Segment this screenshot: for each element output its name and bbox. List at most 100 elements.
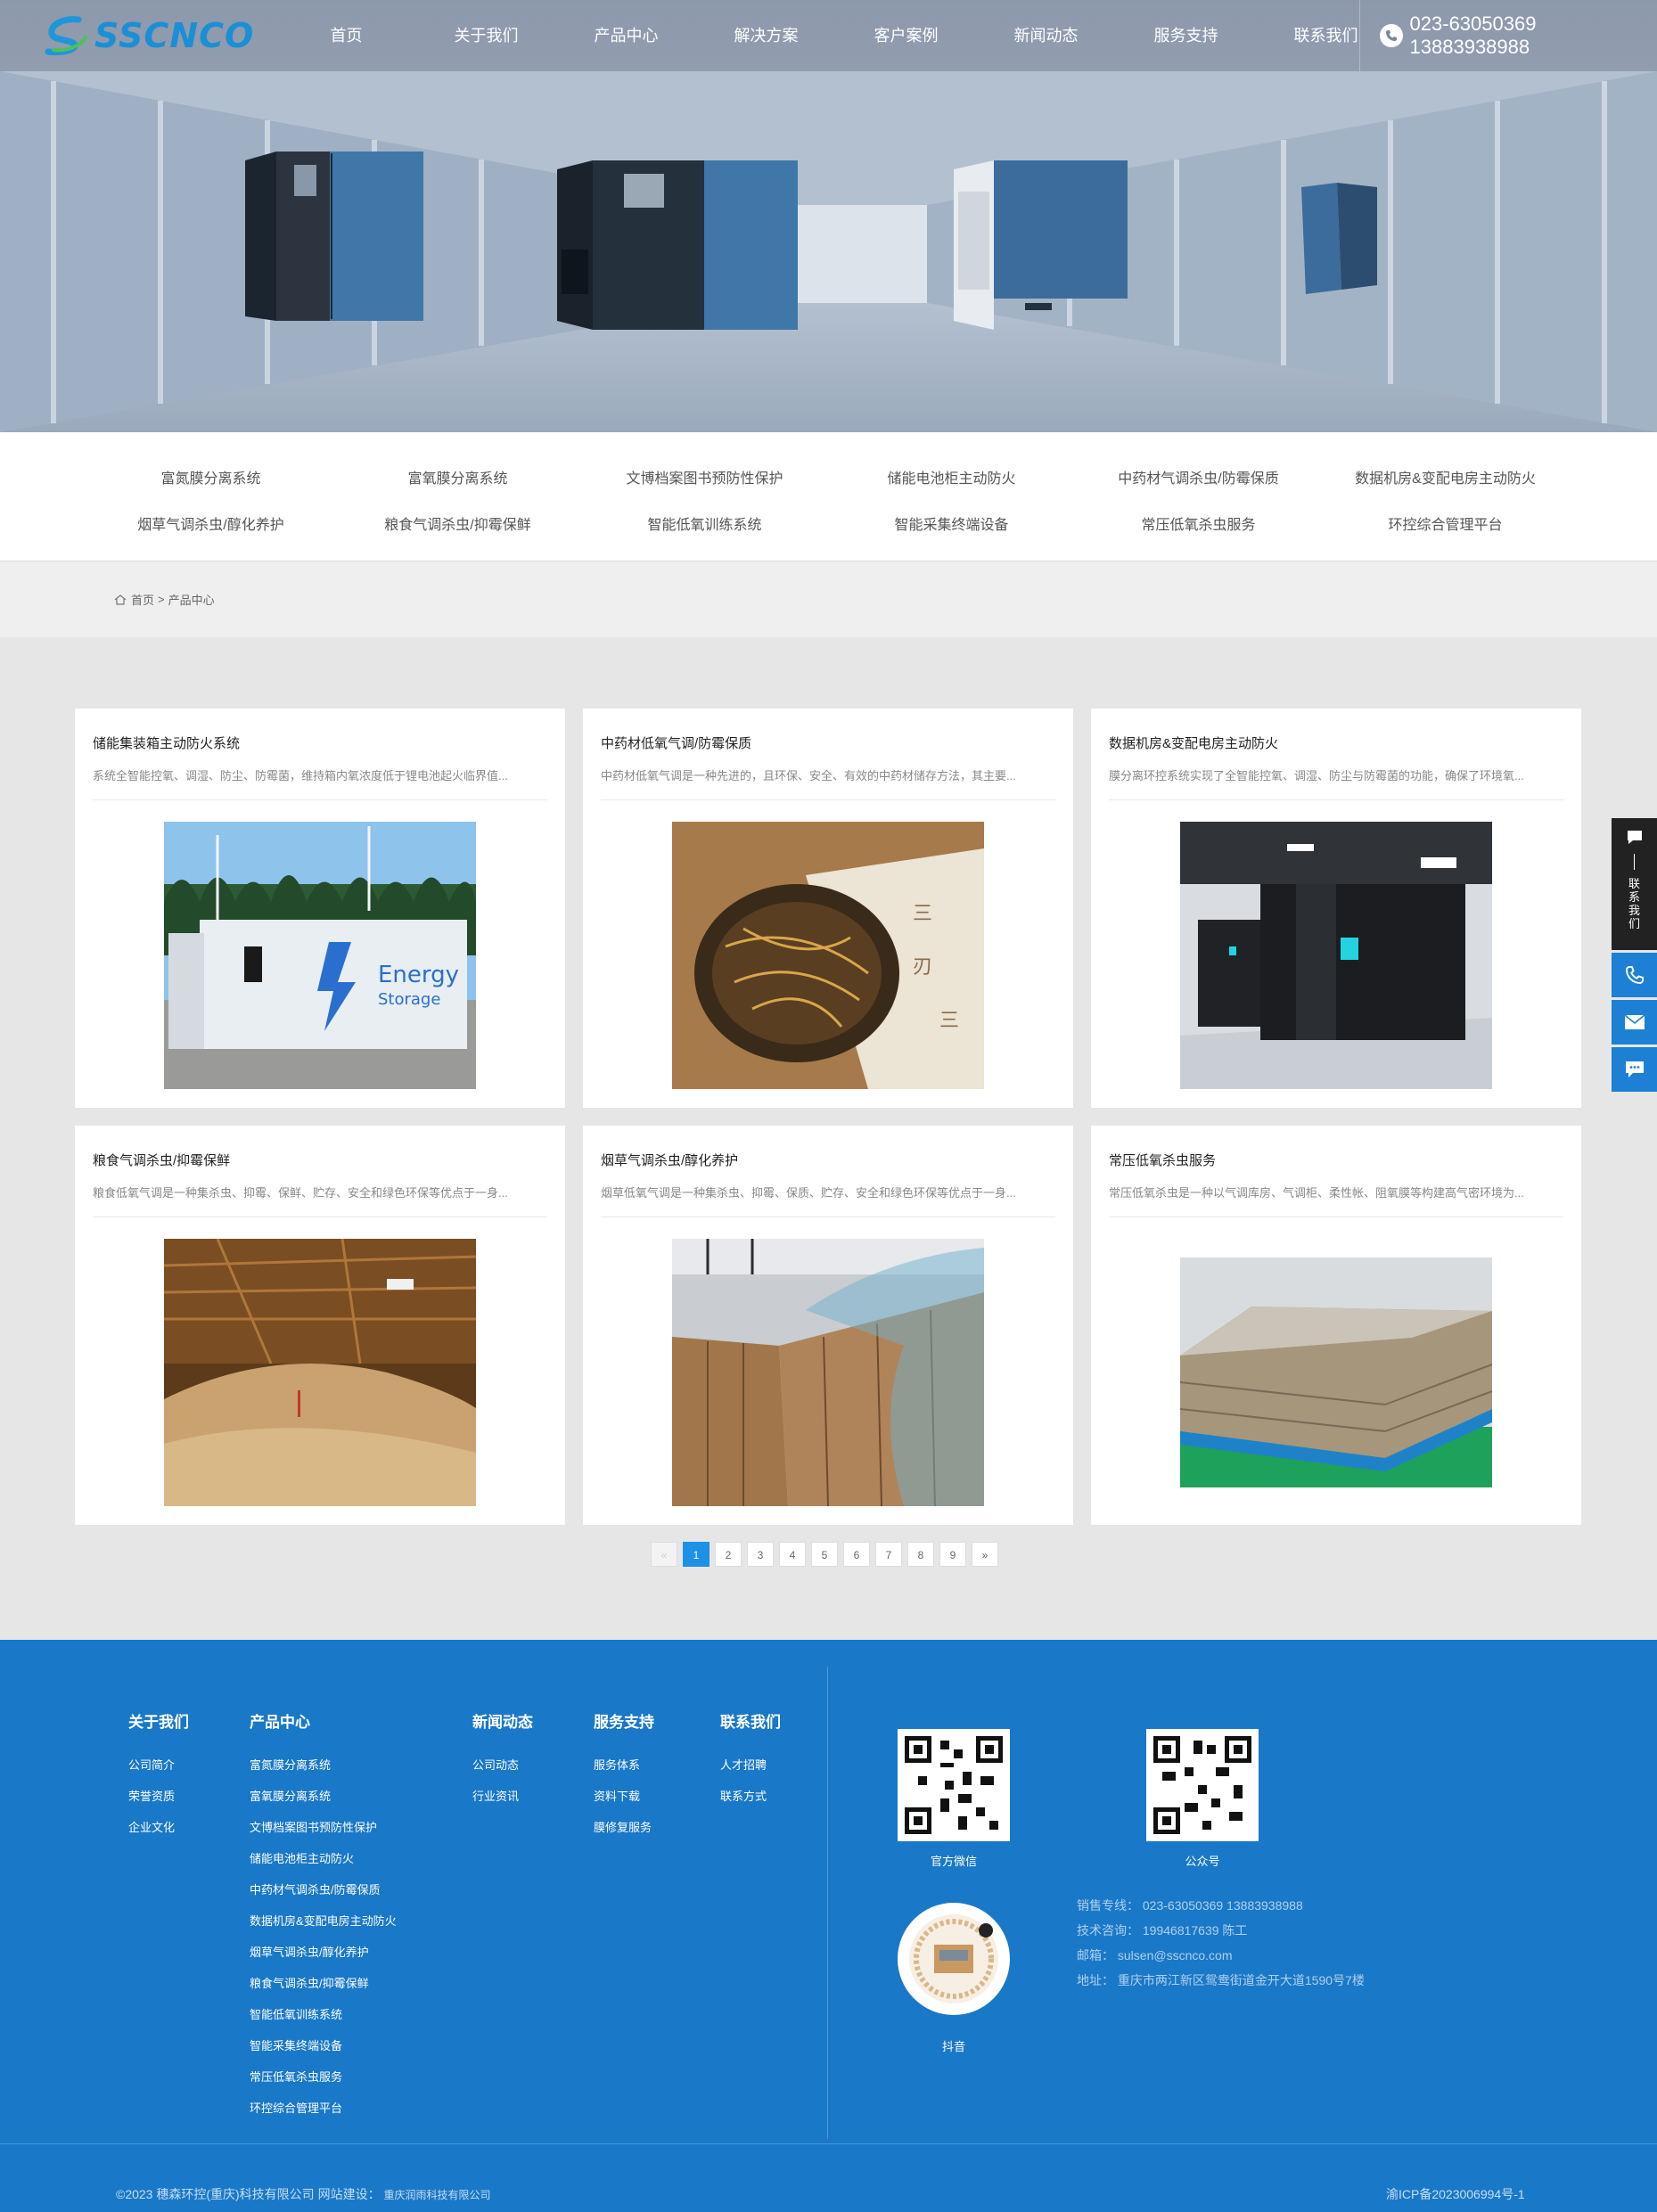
pager-page[interactable]: 7	[875, 1542, 902, 1567]
product-title[interactable]: 常压低氧杀虫服务	[1109, 1151, 1216, 1169]
icp-number[interactable]: 渝ICP备2023006994号-1	[1386, 2185, 1525, 2203]
product-title[interactable]: 中药材低氧气调/防霉保质	[601, 733, 751, 752]
product-desc: 系统全智能控氧、调湿、防尘、防霉菌，维持箱内氧浓度低于锂电池起火临界值...	[93, 769, 508, 782]
breadcrumb-home[interactable]: 首页	[131, 591, 154, 608]
footer-link[interactable]: 中药材气调杀虫/防霉保质	[250, 1880, 381, 1897]
footer-link[interactable]: 企业文化	[128, 1818, 175, 1835]
side-message-button[interactable]	[1612, 1047, 1657, 1092]
qr-code-douyin	[898, 1903, 1010, 2015]
category-item[interactable]: 粮食气调杀虫/抑霉保鲜	[334, 512, 581, 534]
product-card[interactable]: 常压低氧杀虫服务 常压低氧杀虫是一种以气调库房、气调柜、柔性帐、阻氧膜等构建高气…	[1091, 1126, 1581, 1525]
qr-code-official-account	[1146, 1729, 1259, 1841]
footer-col-title[interactable]: 联系我们	[720, 1709, 781, 1732]
header-phone[interactable]: 023-63050369 13883938988	[1380, 0, 1657, 71]
product-title[interactable]: 烟草气调杀虫/醇化养护	[601, 1151, 738, 1169]
builder-link[interactable]: 重庆润雨科技有限公司	[383, 2189, 490, 2201]
qr-caption: 官方微信	[930, 1855, 977, 1868]
footer-link[interactable]: 荣誉资质	[128, 1787, 175, 1804]
svg-text:三: 三	[939, 1010, 959, 1032]
product-image-datacenter[interactable]	[1180, 822, 1492, 1089]
footer-col-title[interactable]: 服务支持	[594, 1709, 654, 1732]
footer-link[interactable]: 公司动态	[472, 1756, 519, 1773]
side-phone-button[interactable]	[1612, 953, 1657, 997]
footer-link[interactable]: 膜修复服务	[594, 1818, 652, 1835]
product-image-warehouse[interactable]	[1180, 1258, 1492, 1487]
category-item[interactable]: 环控综合管理平台	[1322, 512, 1569, 534]
category-item[interactable]: 中药材气调杀虫/防霉保质	[1075, 466, 1322, 487]
footer-link[interactable]: 环控综合管理平台	[250, 2099, 342, 2116]
footer-link[interactable]: 常压低氧杀虫服务	[250, 2068, 342, 2085]
pager-next[interactable]: »	[972, 1542, 998, 1567]
phone-number: 023-63050369 13883938988	[1409, 12, 1537, 58]
logo[interactable]: SSCNCO	[45, 12, 258, 59]
side-divider	[1634, 854, 1635, 870]
product-image-tobacco[interactable]	[672, 1239, 984, 1506]
pager-page[interactable]: 4	[779, 1542, 806, 1567]
nav-about[interactable]: 关于我们	[416, 0, 556, 71]
product-card[interactable]: 数据机房&变配电房主动防火 膜分离环控系统实现了全智能控氧、调湿、防尘与防霉菌的…	[1091, 709, 1581, 1108]
pager-page[interactable]: 5	[811, 1542, 838, 1567]
product-title[interactable]: 数据机房&变配电房主动防火	[1109, 733, 1278, 752]
nav-solutions[interactable]: 解决方案	[696, 0, 836, 71]
nav-service[interactable]: 服务支持	[1116, 0, 1256, 71]
pager-page[interactable]: 6	[843, 1542, 870, 1567]
footer-link[interactable]: 公司简介	[128, 1756, 175, 1773]
product-card[interactable]: 中药材低氧气调/防霉保质 中药材低氧气调是一种先进的，且环保、安全、有效的中药材…	[583, 709, 1073, 1108]
svg-text:刃: 刃	[913, 956, 932, 979]
footer-link[interactable]: 联系方式	[720, 1787, 767, 1804]
pager-page[interactable]: 1	[683, 1542, 710, 1567]
footer-link[interactable]: 行业资讯	[472, 1787, 519, 1804]
breadcrumb-band: 首页 > 产品中心	[0, 561, 1657, 637]
product-desc: 烟草低氧气调是一种集杀虫、抑霉、保质、贮存、安全和绿色环保等优点于一身...	[601, 1186, 1016, 1200]
footer-link[interactable]: 智能采集终端设备	[250, 2036, 342, 2053]
footer-link[interactable]: 文博档案图书预防性保护	[250, 1818, 377, 1835]
category-item[interactable]: 智能采集终端设备	[828, 512, 1075, 534]
category-item[interactable]: 智能低氧训练系统	[581, 512, 828, 534]
category-item[interactable]: 富氧膜分离系统	[334, 466, 581, 487]
nav-news[interactable]: 新闻动态	[976, 0, 1116, 71]
category-item[interactable]: 储能电池柜主动防火	[828, 466, 1075, 487]
category-item[interactable]: 烟草气调杀虫/醇化养护	[87, 512, 334, 534]
nav-cases[interactable]: 客户案例	[836, 0, 976, 71]
nav-home[interactable]: 首页	[276, 0, 416, 71]
footer-link[interactable]: 富氧膜分离系统	[250, 1787, 331, 1804]
pager-prev[interactable]: «	[651, 1542, 677, 1567]
footer-link[interactable]: 烟草气调杀虫/醇化养护	[250, 1943, 369, 1960]
qr-icon	[1153, 1736, 1251, 1834]
category-item[interactable]: 文博档案图书预防性保护	[581, 466, 828, 487]
unit-4	[1301, 183, 1377, 294]
product-image-energy-storage[interactable]: Energy Storage	[164, 822, 476, 1089]
product-card[interactable]: 粮食气调杀虫/抑霉保鲜 粮食低氧气调是一种集杀虫、抑霉、保鲜、贮存、安全和绿色环…	[75, 1126, 565, 1525]
category-item[interactable]: 数据机房&变配电房主动防火	[1322, 466, 1569, 487]
footer-bottom-divider	[0, 2143, 1657, 2144]
pager-page[interactable]: 3	[747, 1542, 774, 1567]
footer-col-title[interactable]: 产品中心	[250, 1709, 310, 1732]
footer-col-title[interactable]: 新闻动态	[472, 1709, 533, 1732]
footer-link[interactable]: 人才招聘	[720, 1756, 767, 1773]
pager-page[interactable]: 9	[939, 1542, 966, 1567]
nav-products[interactable]: 产品中心	[556, 0, 696, 71]
footer-email[interactable]: 邮箱： sulsen@sscnco.com	[1077, 1946, 1232, 1964]
footer-link[interactable]: 数据机房&变配电房主动防火	[250, 1912, 397, 1929]
product-card[interactable]: 储能集装箱主动防火系统 系统全智能控氧、调湿、防尘、防霉菌，维持箱内氧浓度低于锂…	[75, 709, 565, 1108]
unit-2	[557, 160, 798, 330]
pager-page[interactable]: 2	[715, 1542, 742, 1567]
pager-page[interactable]: 8	[907, 1542, 934, 1567]
footer-link[interactable]: 粮食气调杀虫/抑霉保鲜	[250, 1974, 369, 1991]
footer-link[interactable]: 储能电池柜主动防火	[250, 1849, 354, 1866]
footer-link[interactable]: 服务体系	[594, 1756, 640, 1773]
side-email-button[interactable]	[1612, 1000, 1657, 1045]
category-item[interactable]: 富氮膜分离系统	[87, 466, 334, 487]
product-title[interactable]: 粮食气调杀虫/抑霉保鲜	[93, 1151, 230, 1169]
nav-contact[interactable]: 联系我们	[1256, 0, 1396, 71]
product-image-grain[interactable]	[164, 1239, 476, 1506]
footer-link[interactable]: 资料下载	[594, 1787, 640, 1804]
footer-col-title[interactable]: 关于我们	[128, 1709, 189, 1732]
side-contact-button[interactable]: 联系我们	[1612, 818, 1657, 950]
product-card[interactable]: 烟草气调杀虫/醇化养护 烟草低氧气调是一种集杀虫、抑霉、保质、贮存、安全和绿色环…	[583, 1126, 1073, 1525]
product-title[interactable]: 储能集装箱主动防火系统	[93, 733, 240, 752]
footer-link[interactable]: 富氮膜分离系统	[250, 1756, 331, 1773]
product-image-herbal[interactable]: 三刃三	[672, 822, 984, 1089]
footer-link[interactable]: 智能低氧训练系统	[250, 2005, 342, 2022]
category-item[interactable]: 常压低氧杀虫服务	[1075, 512, 1322, 534]
